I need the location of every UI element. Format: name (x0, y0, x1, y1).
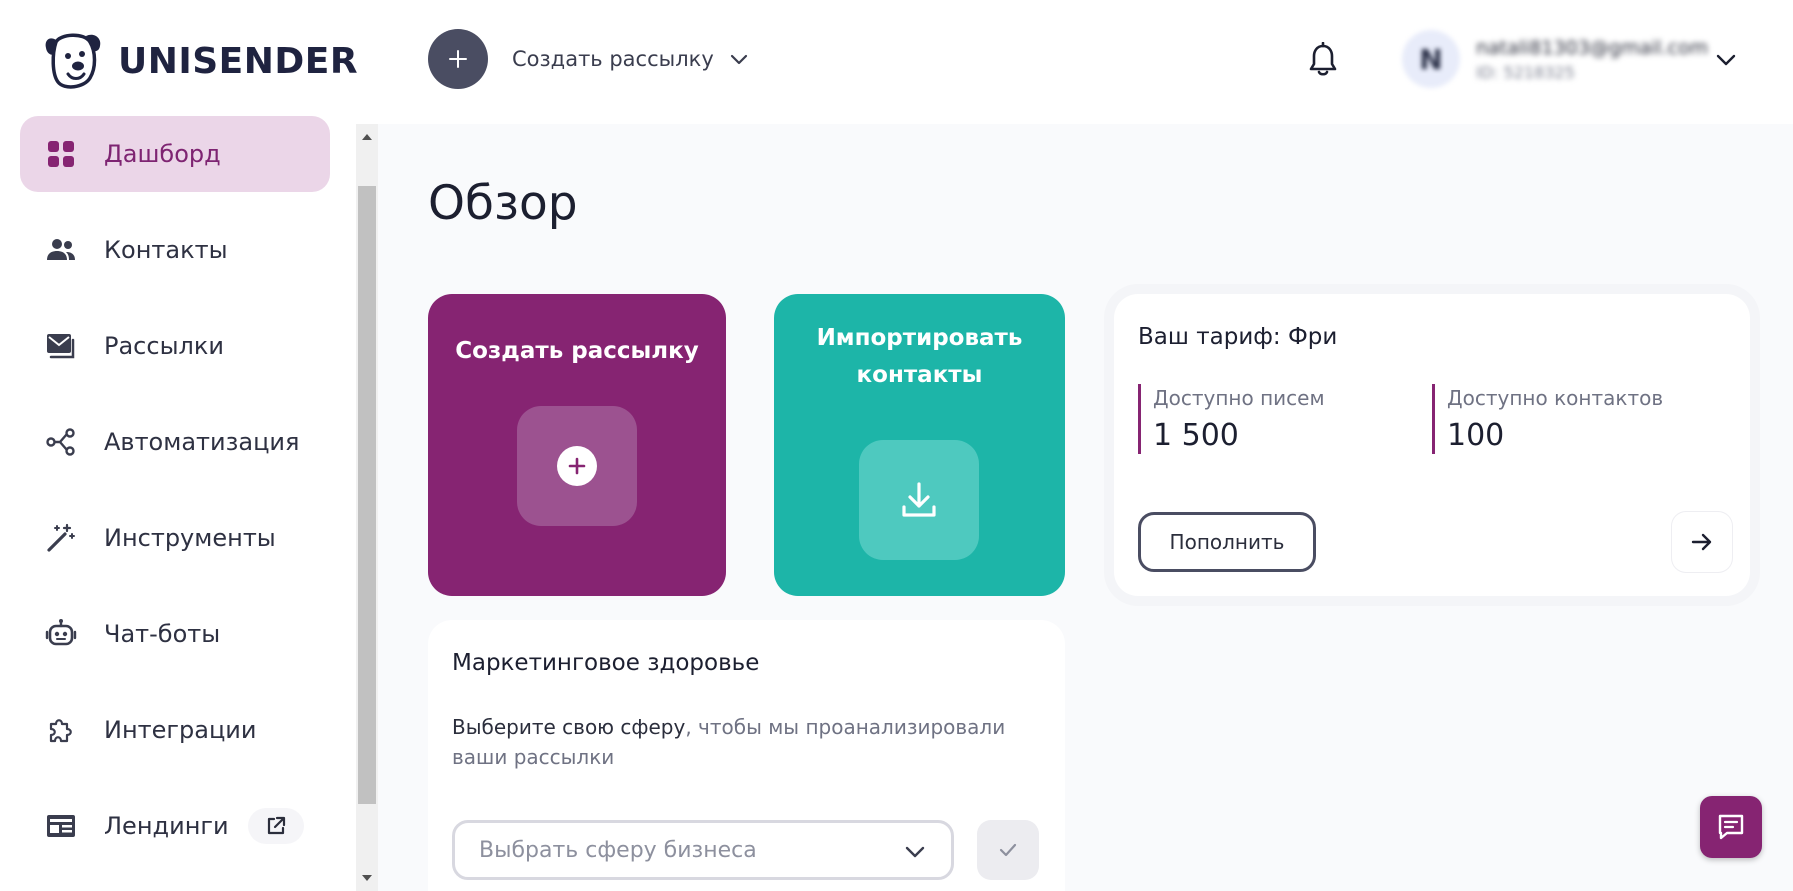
contacts-stat: Доступно контактов 100 (1432, 384, 1663, 454)
create-plus-button[interactable] (428, 29, 488, 89)
sidebar-item-automation[interactable]: Автоматизация (20, 404, 330, 480)
chat-support-button[interactable] (1700, 796, 1762, 858)
create-campaign-card-title: Создать рассылку (455, 338, 699, 364)
topup-button[interactable]: Пополнить (1138, 512, 1316, 572)
chevron-down-icon (905, 846, 925, 858)
triangle-down-icon (362, 875, 372, 881)
plus-icon (449, 50, 467, 68)
contacts-value: 100 (1447, 418, 1505, 453)
create-campaign-menu[interactable]: Создать рассылку (428, 29, 750, 89)
tariff-card: Ваш тариф: Фри Доступно писем 1 500 Дост… (1114, 294, 1750, 596)
sidebar-item-label: Дашборд (104, 140, 221, 168)
marketing-health-description: Выберите свою сферу, чтобы мы проанализи… (452, 712, 1012, 772)
letters-label: Доступно писем (1153, 386, 1325, 410)
magic-wand-icon (44, 521, 78, 555)
sidebar-item-label: Рассылки (104, 332, 224, 360)
tariff-title: Ваш тариф: Фри (1138, 324, 1338, 350)
letters-stat: Доступно писем 1 500 (1138, 384, 1325, 454)
scroll-up-arrow[interactable] (356, 124, 378, 150)
landing-icon (44, 809, 78, 843)
page-title: Обзор (428, 176, 578, 231)
scrollbar-thumb[interactable] (358, 186, 376, 804)
sidebar-item-chatbots[interactable]: Чат-боты (20, 596, 330, 672)
sidebar-item-dashboard[interactable]: Дашборд (20, 116, 330, 192)
sidebar-item-label: Контакты (104, 236, 228, 264)
sidebar-item-landings[interactable]: Лендинги (20, 788, 330, 864)
plus-circle-icon (557, 446, 597, 486)
account-email: natali81303@gmail.com (1476, 36, 1709, 59)
account-chevron-down-icon[interactable] (1714, 48, 1738, 72)
create-campaign-card[interactable]: Создать рассылку (428, 294, 726, 596)
automation-icon (44, 425, 78, 459)
chat-icon (1718, 814, 1744, 840)
main-content: Обзор Создать рассылку Импортировать кон… (378, 124, 1793, 891)
triangle-up-icon (362, 134, 372, 140)
logo-text: UNISENDER (118, 40, 359, 82)
puzzle-icon (44, 713, 78, 747)
sidebar-item-campaigns[interactable]: Рассылки (20, 308, 330, 384)
top-header: UNISENDER Создать рассылку N natali81303… (0, 0, 1793, 124)
scroll-down-arrow[interactable] (356, 865, 378, 891)
create-campaign-label[interactable]: Создать рассылку (512, 47, 714, 71)
sidebar-scrollbar[interactable] (356, 124, 378, 891)
chevron-down-icon[interactable] (728, 48, 750, 70)
sidebar-item-label: Лендинги (104, 812, 229, 840)
business-sphere-select[interactable]: Выбрать сферу бизнеса (452, 820, 954, 880)
import-contacts-tile[interactable] (859, 440, 979, 560)
logo[interactable]: UNISENDER (42, 30, 358, 92)
mail-icon (44, 329, 78, 363)
sidebar-item-label: Инструменты (104, 524, 276, 552)
account-info[interactable]: natali81303@gmail.com ID: 5218325 (1476, 37, 1708, 82)
sidebar-item-tools[interactable]: Инструменты (20, 500, 330, 576)
external-link-badge[interactable] (248, 808, 304, 844)
sidebar-item-integrations[interactable]: Интеграции (20, 692, 330, 768)
sidebar: Дашборд Контакты Рассылки Автоматизация … (0, 116, 356, 891)
sidebar-item-contacts[interactable]: Контакты (20, 212, 330, 288)
dashboard-icon (44, 137, 78, 171)
dog-logo-icon (45, 33, 101, 89)
create-campaign-tile[interactable] (517, 406, 637, 526)
business-sphere-placeholder: Выбрать сферу бизнеса (479, 837, 757, 863)
sidebar-item-label: Автоматизация (104, 428, 300, 456)
avatar[interactable]: N (1402, 30, 1460, 88)
contacts-icon (44, 233, 78, 267)
sidebar-item-label: Интеграции (104, 716, 257, 744)
marketing-health-title: Маркетинговое здоровье (452, 650, 760, 676)
confirm-sphere-button[interactable] (977, 820, 1039, 880)
contacts-label: Доступно контактов (1447, 386, 1664, 410)
arrow-right-icon (1691, 533, 1712, 551)
robot-icon (44, 617, 78, 651)
choose-sphere-link[interactable]: Выберите свою сферу (452, 715, 685, 739)
download-icon (902, 482, 936, 517)
tariff-details-button[interactable] (1672, 512, 1732, 572)
account-id: ID: 5218325 (1476, 62, 1575, 82)
letters-value: 1 500 (1153, 418, 1239, 453)
marketing-health-card: Маркетинговое здоровье Выберите свою сфе… (428, 620, 1065, 891)
sidebar-item-label: Чат-боты (104, 620, 221, 648)
bell-icon[interactable] (1306, 42, 1340, 78)
account-menu[interactable]: N natali81303@gmail.com ID: 5218325 (1402, 30, 1708, 88)
import-contacts-card[interactable]: Импортировать контакты (774, 294, 1065, 596)
checkmark-icon (999, 843, 1017, 857)
external-link-icon (267, 816, 286, 835)
import-contacts-card-title: Импортировать контакты (816, 325, 1023, 388)
